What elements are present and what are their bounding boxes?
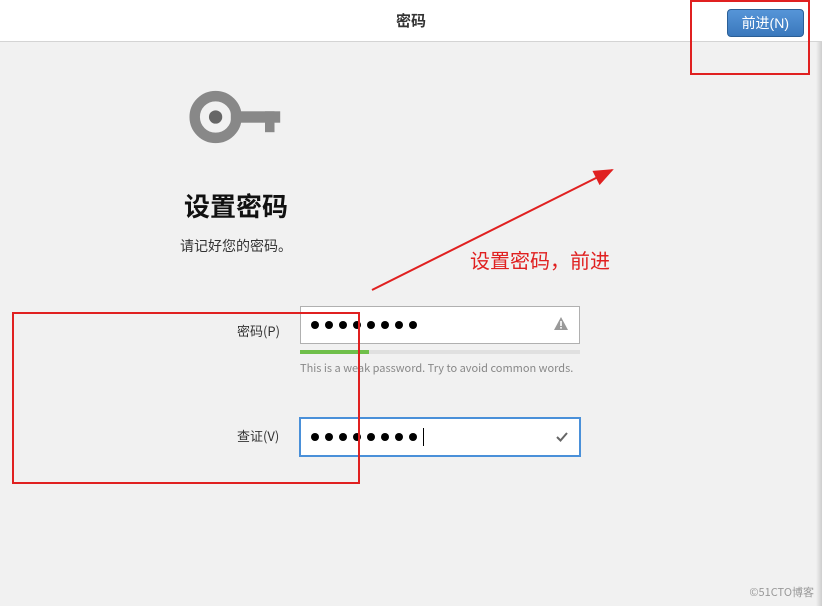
next-button[interactable]: 前进(N) (727, 9, 804, 37)
key-icon (189, 133, 284, 157)
title-block: 设置密码 请记好您的密码。 (180, 187, 292, 256)
password-input[interactable] (300, 306, 580, 344)
confirm-row: 查证(V) (242, 418, 580, 456)
header-title: 密码 (396, 10, 426, 31)
password-form: 密码(P) This is a weak password. Try to av… (242, 306, 580, 456)
key-icon-container (189, 82, 284, 157)
check-icon (555, 425, 569, 449)
header-bar: 密码 前进(N) (0, 0, 822, 42)
warning-icon (553, 313, 569, 337)
content-area: 设置密码 请记好您的密码。 密码(P) This is a weak passw… (0, 42, 822, 456)
right-shadow (816, 42, 822, 606)
annotation-text: 设置密码，前进 (470, 245, 610, 274)
confirm-field-label: 查证(V) (237, 426, 279, 445)
confirm-value (311, 428, 555, 446)
password-strength-bar (300, 350, 580, 354)
page-subtitle: 请记好您的密码。 (180, 236, 292, 256)
password-field-label: 密码(P) (237, 321, 280, 340)
watermark: ©51CTO博客 (749, 584, 814, 600)
password-value (311, 321, 553, 329)
password-strength-hint: This is a weak password. Try to avoid co… (300, 360, 580, 376)
page-title: 设置密码 (180, 187, 292, 224)
confirm-password-input[interactable] (300, 418, 580, 456)
